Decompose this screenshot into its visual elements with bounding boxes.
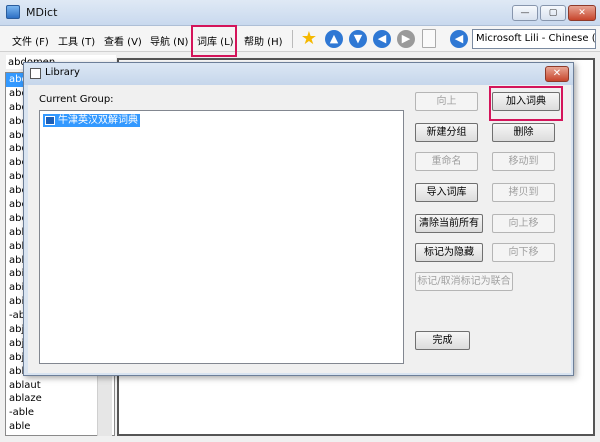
menu-tools[interactable]: 工具 (T): [58, 33, 95, 48]
menu-file[interactable]: 文件 (F): [12, 33, 49, 48]
dialog-title-bar: Library ✕: [24, 63, 573, 85]
toggle-union-button[interactable]: 标记/取消标记为联合: [415, 272, 513, 291]
page-icon[interactable]: [422, 29, 436, 48]
dialog-body: Current Group: 牛津英汉双解词典: [28, 85, 571, 373]
delete-button[interactable]: 删除: [492, 123, 555, 142]
forward-icon[interactable]: ▶: [397, 30, 415, 48]
title-bar: MDict — ▢ ✕: [0, 0, 600, 26]
rename-button[interactable]: 重命名: [415, 152, 478, 171]
group-item-label: 牛津英汉双解词典: [58, 115, 138, 126]
done-button[interactable]: 完成: [415, 331, 470, 350]
arrow-down-icon[interactable]: ▼: [349, 30, 367, 48]
move-up-button[interactable]: 向上: [415, 92, 478, 111]
dialog-title: Library: [45, 67, 80, 78]
group-list[interactable]: 牛津英汉双解词典: [39, 110, 404, 364]
arrow-up-icon[interactable]: ▲: [325, 30, 343, 48]
close-button[interactable]: ✕: [568, 5, 596, 21]
highlight-box-menu: [191, 25, 237, 57]
menu-navigate[interactable]: 导航 (N): [150, 33, 188, 48]
current-group-label: Current Group:: [39, 94, 114, 105]
dictionary-select[interactable]: Microsoft Lili - Chinese (C: [472, 29, 596, 49]
shift-down-button[interactable]: 向下移: [492, 243, 555, 262]
maximize-button[interactable]: ▢: [540, 5, 566, 21]
new-group-button[interactable]: 新建分组: [415, 123, 478, 142]
menu-help[interactable]: 帮助 (H): [244, 33, 283, 48]
star-icon[interactable]: ★: [300, 30, 318, 48]
toolbar-separator: [292, 30, 293, 48]
minimize-button[interactable]: —: [512, 5, 538, 21]
import-library-button[interactable]: 导入词库: [415, 183, 478, 202]
dialog-icon: [30, 68, 41, 79]
lookup-icon[interactable]: ◀: [450, 30, 468, 48]
copy-to-button[interactable]: 拷贝到: [492, 183, 555, 202]
highlight-box-add-dictionary: [489, 86, 563, 121]
clear-all-button[interactable]: 清除当前所有: [415, 214, 483, 233]
back-icon[interactable]: ◀: [373, 30, 391, 48]
app-icon: [6, 5, 20, 19]
mark-hidden-button[interactable]: 标记为隐藏: [415, 243, 483, 262]
window-title: MDict: [26, 6, 58, 19]
group-list-item[interactable]: 牛津英汉双解词典: [43, 114, 140, 127]
move-to-button[interactable]: 移动到: [492, 152, 555, 171]
dialog-close-button[interactable]: ✕: [545, 66, 569, 82]
book-icon: [45, 116, 55, 125]
shift-up-button[interactable]: 向上移: [492, 214, 555, 233]
menu-view[interactable]: 查看 (V): [104, 33, 142, 48]
